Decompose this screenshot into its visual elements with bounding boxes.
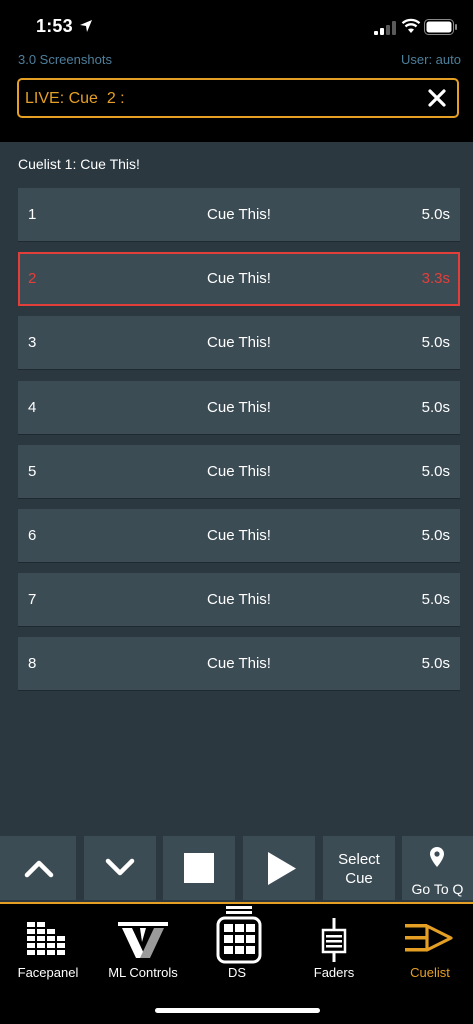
user-label: User: auto	[401, 52, 461, 67]
tab-ds[interactable]: DS	[190, 904, 284, 984]
tab-label: Facepanel	[17, 965, 79, 980]
up-button[interactable]	[0, 836, 76, 900]
cue-time: 5.0s	[421, 206, 450, 223]
cue-time: 5.0s	[421, 655, 450, 672]
chevron-down-icon	[105, 858, 135, 876]
cue-row[interactable]: 8 Cue This! 5.0s	[18, 637, 460, 691]
location-pin-icon	[430, 847, 444, 867]
location-arrow-icon	[80, 20, 92, 32]
cue-row[interactable]: 7 Cue This! 5.0s	[18, 573, 460, 627]
cue-time: 5.0s	[421, 463, 450, 480]
chevron-up-icon	[24, 860, 54, 878]
cue-row[interactable]: 3 Cue This! 5.0s	[18, 316, 460, 370]
cue-name: Cue This!	[207, 591, 271, 608]
tab-label: Cuelist	[410, 965, 450, 980]
cue-row-active[interactable]: 2 Cue This! 3.3s	[18, 252, 460, 306]
stop-icon	[184, 853, 214, 883]
home-indicator	[155, 1008, 320, 1013]
tab-cuelist[interactable]: Cuelist	[383, 904, 473, 984]
cue-name: Cue This!	[207, 655, 271, 672]
select-cue-label-line1: Select	[338, 851, 380, 868]
tab-faders[interactable]: Faders	[287, 904, 381, 984]
cue-name: Cue This!	[207, 399, 271, 416]
ml-controls-icon	[118, 922, 168, 958]
top-header: 1:53 3.0 Screenshots User: auto LIVE: Cu…	[0, 0, 473, 142]
cue-row[interactable]: 4 Cue This! 5.0s	[18, 381, 460, 435]
stop-button[interactable]	[163, 836, 235, 900]
select-cue-button[interactable]: Select Cue	[323, 836, 395, 900]
cue-name: Cue This!	[207, 527, 271, 544]
cue-time: 5.0s	[421, 334, 450, 351]
tab-bar: Facepanel ML Controls DS Faders Cuelist	[0, 904, 473, 1024]
cellular-signal-icon	[374, 21, 396, 35]
cue-time: 5.0s	[421, 399, 450, 416]
control-row: Select Cue Go To Q	[0, 836, 473, 902]
cue-name: Cue This!	[207, 206, 271, 223]
tab-ml-controls[interactable]: ML Controls	[96, 904, 190, 984]
tab-label: DS	[227, 965, 247, 980]
close-icon[interactable]	[427, 88, 447, 108]
cue-row[interactable]: 6 Cue This! 5.0s	[18, 509, 460, 563]
cuelist-title: Cuelist 1: Cue This!	[18, 156, 140, 172]
cue-name: Cue This!	[207, 463, 271, 480]
ds-grid-icon	[216, 906, 262, 964]
tab-label: ML Controls	[108, 965, 178, 980]
app-screen: 1:53 3.0 Screenshots User: auto LIVE: Cu…	[0, 0, 473, 1024]
select-cue-label-line2: Cue	[345, 870, 373, 887]
cue-row[interactable]: 5 Cue This! 5.0s	[18, 445, 460, 499]
go-to-q-button[interactable]: Go To Q	[402, 836, 473, 900]
wifi-icon	[401, 18, 421, 33]
battery-icon	[424, 19, 457, 35]
show-name: 3.0 Screenshots	[18, 52, 112, 67]
tab-facepanel[interactable]: Facepanel	[1, 904, 95, 984]
down-button[interactable]	[84, 836, 156, 900]
play-button[interactable]	[243, 836, 315, 900]
live-cue-text: LIVE: Cue 2 :	[25, 90, 125, 107]
status-time: 1:53	[36, 16, 73, 36]
faders-icon	[321, 918, 347, 962]
live-cue-bar: LIVE: Cue 2 :	[17, 78, 459, 118]
cue-name: Cue This!	[207, 334, 271, 351]
play-icon	[268, 852, 296, 885]
tab-label: Faders	[313, 965, 355, 980]
cue-time: 3.3s	[421, 270, 450, 287]
cuelist-icon	[405, 924, 453, 952]
cue-time: 5.0s	[421, 591, 450, 608]
go-to-q-label: Go To Q	[411, 881, 464, 897]
cue-row[interactable]: 1 Cue This! 5.0s	[18, 188, 460, 242]
cue-name: Cue This!	[207, 270, 271, 287]
cue-time: 5.0s	[421, 527, 450, 544]
facepanel-icon	[27, 922, 65, 955]
